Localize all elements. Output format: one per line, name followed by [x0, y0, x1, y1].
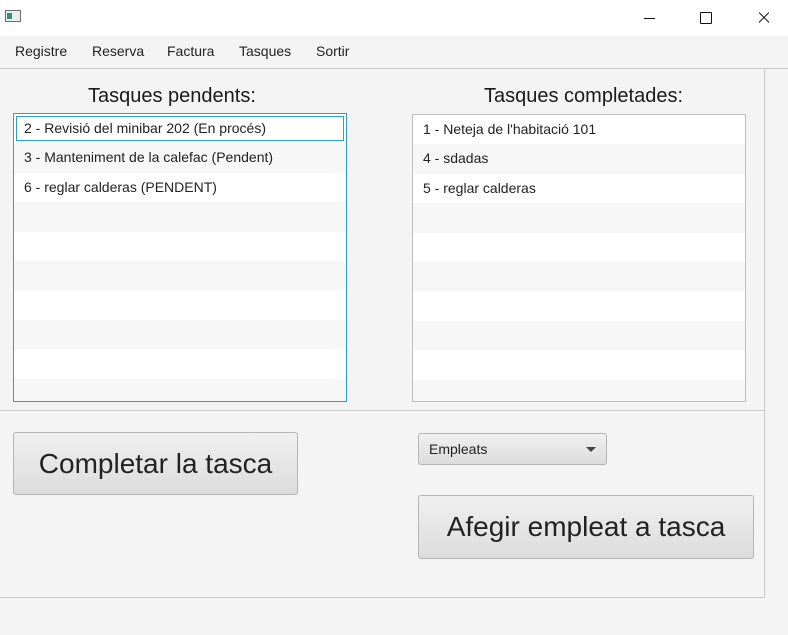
empty-row: [14, 290, 346, 319]
list-item[interactable]: 6 - reglar calderas (PENDENT): [14, 173, 346, 202]
list-item[interactable]: 3 - Manteniment de la calefac (Pendent): [14, 143, 346, 173]
maximize-icon: [700, 12, 712, 24]
empty-row: [14, 319, 346, 350]
completed-tasks-list[interactable]: 1 - Neteja de l'habitació 101 4 - sdadas…: [412, 114, 746, 402]
add-employee-to-task-button[interactable]: Afegir empleat a tasca: [418, 495, 754, 559]
pending-tasks-title: Tasques pendents:: [88, 85, 256, 107]
menu-registre[interactable]: Registre: [15, 43, 67, 59]
list-item[interactable]: 5 - reglar calderas: [413, 174, 745, 203]
chevron-down-icon: [586, 447, 596, 452]
complete-task-button[interactable]: Completar la tasca: [13, 432, 298, 495]
pending-tasks-list[interactable]: 2 - Revisió del minibar 202 (En procés) …: [13, 113, 347, 402]
empty-row: [14, 260, 346, 291]
main-panel: Tasques pendents: Tasques completades: 2…: [0, 69, 765, 598]
empty-row: [413, 291, 745, 320]
close-icon: [758, 12, 770, 24]
empty-row: [413, 320, 745, 351]
menu-tasques[interactable]: Tasques: [239, 43, 291, 59]
empty-row: [413, 379, 745, 401]
window-title-bar: [0, 0, 788, 36]
empty-row: [413, 233, 745, 262]
empty-row: [14, 378, 346, 401]
employees-combobox-value: Empleats: [429, 441, 488, 457]
list-item[interactable]: 1 - Neteja de l'habitació 101: [413, 115, 745, 144]
empty-row: [413, 203, 745, 233]
close-button[interactable]: [741, 0, 787, 36]
employees-combobox[interactable]: Empleats: [418, 433, 607, 465]
list-item[interactable]: 2 - Revisió del minibar 202 (En procés): [15, 115, 345, 142]
menu-reserva[interactable]: Reserva: [92, 43, 144, 59]
menu-sortir[interactable]: Sortir: [316, 43, 349, 59]
menu-bar: Registre Reserva Factura Tasques Sortir: [0, 36, 788, 69]
minimize-icon: [643, 17, 655, 19]
empty-row: [14, 349, 346, 378]
app-icon: [5, 10, 21, 22]
menu-factura[interactable]: Factura: [167, 43, 214, 59]
list-item[interactable]: 4 - sdadas: [413, 144, 745, 174]
empty-row: [14, 202, 346, 232]
empty-row: [413, 261, 745, 292]
section-divider: [0, 410, 764, 413]
maximize-button[interactable]: [683, 0, 729, 36]
minimize-button[interactable]: [626, 0, 672, 36]
empty-row: [14, 232, 346, 261]
completed-tasks-title: Tasques completades:: [484, 85, 684, 107]
empty-row: [413, 350, 745, 379]
